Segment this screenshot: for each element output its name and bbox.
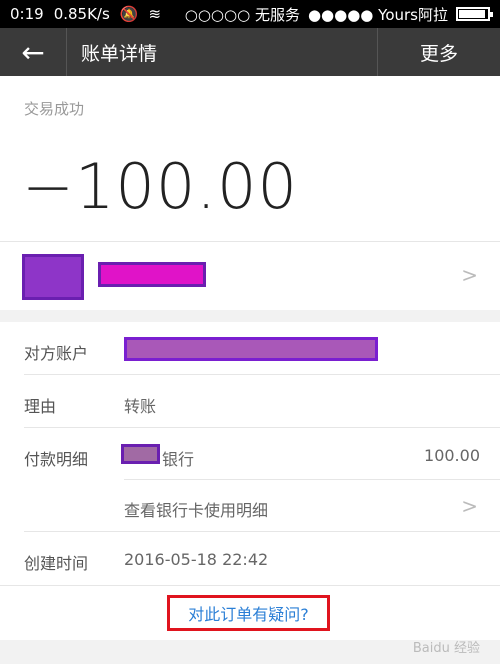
divider [24,531,500,532]
back-button[interactable]: ← [0,28,66,76]
view-card-detail-link: 查看银行卡使用明细 [124,501,269,520]
watermark: Baidu 经验 [412,641,480,656]
divider [124,479,500,480]
created-label: 创建时间 [24,554,89,573]
divider [0,241,500,242]
payment-amount: 100.00 [424,446,480,465]
question-link-highlight[interactable]: 对此订单有疑问? [167,595,330,631]
wifi-icon: ≋ [148,5,162,23]
transaction-amount: −100.00 [22,150,298,223]
chevron-right-icon: > [461,494,478,518]
title-separator [66,28,67,76]
clock: 0:19 [10,5,44,23]
title-bar: ← 账单详情 更多 [0,28,500,76]
network-speed: 0.85K/s [53,5,110,23]
section-gap [0,310,500,322]
back-arrow-icon: ← [21,35,45,69]
carrier-2: ●●●●● Yours阿拉 [307,5,448,24]
divider [24,427,500,428]
counterparty-name-redacted [98,262,206,287]
account-redacted [124,337,378,361]
chevron-right-icon: > [461,263,478,287]
reason-value: 转账 [124,397,157,416]
carrier-1: ○○○○○ 无服务 [184,5,300,24]
page-title: 账单详情 [81,42,158,65]
divider [0,585,500,586]
bank-name-redacted [121,444,160,464]
more-button[interactable]: 更多 [378,28,500,76]
battery-icon [456,7,493,21]
divider [24,374,500,375]
transaction-status: 交易成功 [24,100,85,118]
payment-bank-suffix: 银行 [162,450,195,469]
account-label: 对方账户 [24,344,89,363]
status-bar: 0:19 0.85K/s 🔕 ≋ ○○○○○ 无服务 ●●●●● Yours阿拉 [0,0,500,28]
reason-label: 理由 [24,397,57,416]
question-link[interactable]: 对此订单有疑问? [188,601,309,625]
created-value: 2016-05-18 22:42 [124,550,269,569]
avatar [22,254,84,300]
mute-icon: 🔕 [119,5,139,23]
payment-label: 付款明细 [24,450,89,469]
